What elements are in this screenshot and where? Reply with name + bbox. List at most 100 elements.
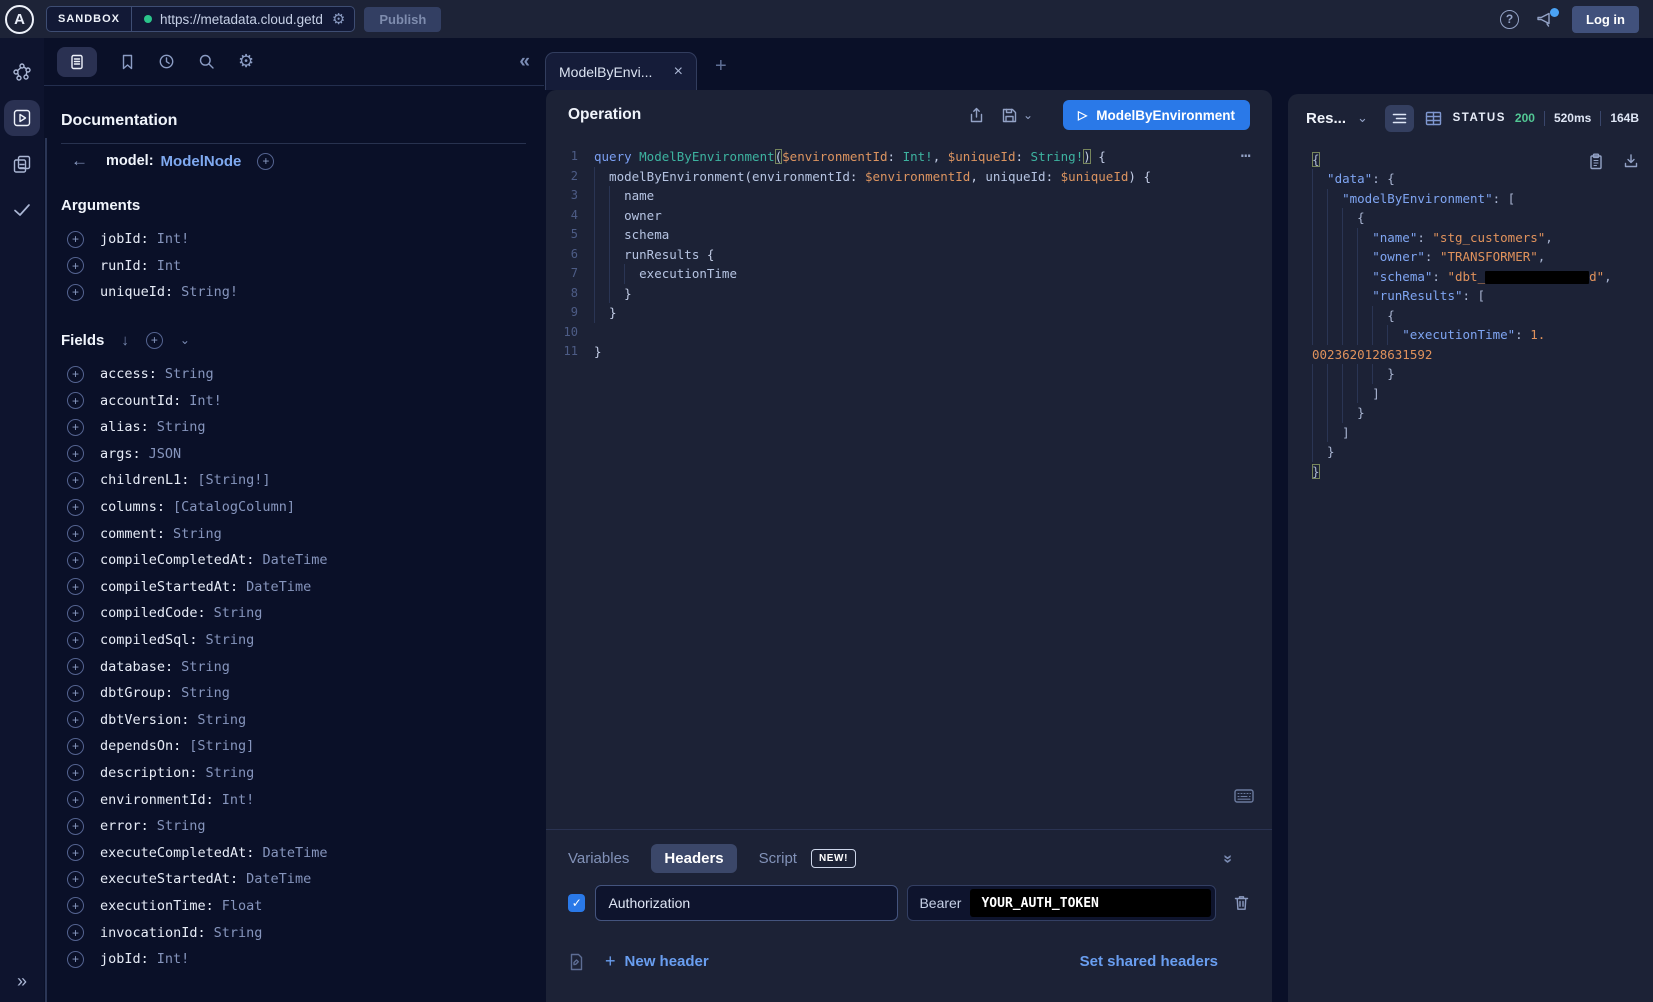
field-row[interactable]: +compiledSql:String bbox=[61, 627, 526, 654]
response-body[interactable]: {"data": {"modelByEnvironment": [{"name"… bbox=[1288, 142, 1653, 1002]
publish-button[interactable]: Publish bbox=[364, 7, 441, 32]
download-response-icon[interactable] bbox=[1623, 153, 1639, 170]
add-to-query-icon[interactable]: + bbox=[67, 231, 84, 248]
add-to-query-icon[interactable]: + bbox=[67, 499, 84, 516]
breadcrumb-type-link[interactable]: ModelNode bbox=[161, 153, 242, 170]
back-arrow-icon[interactable]: ← bbox=[71, 151, 88, 171]
field-type[interactable]: String bbox=[165, 366, 214, 382]
expand-rail-icon[interactable]: » bbox=[17, 971, 27, 992]
add-to-query-icon[interactable]: + bbox=[67, 897, 84, 914]
search-icon[interactable] bbox=[198, 53, 215, 70]
field-row[interactable]: +invocationId:String bbox=[61, 919, 526, 946]
field-row[interactable]: +dependsOn:[String] bbox=[61, 733, 526, 760]
argument-row[interactable]: +runId:Int bbox=[61, 253, 526, 280]
code-line[interactable]: 3name bbox=[546, 186, 1272, 206]
help-icon[interactable]: ? bbox=[1500, 10, 1519, 29]
field-type[interactable]: String bbox=[206, 632, 255, 648]
field-type[interactable]: String bbox=[214, 925, 263, 941]
tab-modelbyenvironment[interactable]: ModelByEnvi... × bbox=[545, 52, 697, 90]
run-operation-button[interactable]: ▷ ModelByEnvironment bbox=[1063, 100, 1250, 130]
history-icon[interactable] bbox=[158, 53, 175, 70]
add-to-query-icon[interactable]: + bbox=[67, 632, 84, 649]
code-line[interactable]: 4owner bbox=[546, 206, 1272, 226]
field-row[interactable]: +args:JSON bbox=[61, 441, 526, 468]
share-operation-icon[interactable] bbox=[968, 107, 985, 124]
sort-fields-icon[interactable]: ↓ bbox=[121, 332, 129, 349]
field-type[interactable]: DateTime bbox=[262, 552, 327, 568]
field-type[interactable]: String bbox=[206, 765, 255, 781]
field-row[interactable]: +accountId:Int! bbox=[61, 387, 526, 414]
add-to-query-icon[interactable]: + bbox=[67, 284, 84, 301]
keyboard-shortcuts-icon[interactable] bbox=[1234, 789, 1254, 803]
code-line[interactable]: 7executionTime bbox=[546, 264, 1272, 284]
table-view-icon[interactable] bbox=[1425, 111, 1442, 126]
add-type-to-query-icon[interactable]: + bbox=[257, 153, 274, 170]
add-to-query-icon[interactable]: + bbox=[67, 738, 84, 755]
auth-token-value[interactable]: YOUR_AUTH_TOKEN bbox=[970, 889, 1211, 917]
field-type[interactable]: Int! bbox=[222, 792, 255, 808]
add-to-query-icon[interactable]: + bbox=[67, 658, 84, 675]
tab-script[interactable]: Script bbox=[759, 850, 797, 867]
response-dropdown-chevron-icon[interactable]: ⌄ bbox=[1357, 110, 1368, 126]
add-to-query-icon[interactable]: + bbox=[67, 366, 84, 383]
field-type[interactable]: DateTime bbox=[246, 579, 311, 595]
field-row[interactable]: +dbtGroup:String bbox=[61, 680, 526, 707]
save-options-chevron-icon[interactable]: ⌄ bbox=[1023, 108, 1033, 122]
field-type[interactable]: String bbox=[181, 685, 230, 701]
add-to-query-icon[interactable]: + bbox=[67, 605, 84, 622]
field-row[interactable]: +executeCompletedAt:DateTime bbox=[61, 839, 526, 866]
field-row[interactable]: +executionTime:Float bbox=[61, 893, 526, 920]
code-line[interactable]: 10 bbox=[546, 323, 1272, 343]
checklist-icon[interactable] bbox=[4, 192, 40, 228]
field-type[interactable]: Int! bbox=[157, 231, 190, 247]
field-type[interactable]: Int! bbox=[157, 951, 190, 967]
field-type[interactable]: String bbox=[197, 712, 246, 728]
header-value-field[interactable]: Bearer YOUR_AUTH_TOKEN bbox=[907, 885, 1216, 921]
announcements-icon[interactable] bbox=[1536, 11, 1555, 28]
explorer-settings-gear-icon[interactable]: ⚙ bbox=[238, 51, 254, 72]
add-to-query-icon[interactable]: + bbox=[67, 844, 84, 861]
add-to-query-icon[interactable]: + bbox=[67, 552, 84, 569]
add-to-query-icon[interactable]: + bbox=[67, 578, 84, 595]
field-row[interactable]: +description:String bbox=[61, 760, 526, 787]
apollo-logo[interactable]: A bbox=[5, 5, 34, 34]
field-row[interactable]: +alias:String bbox=[61, 414, 526, 441]
new-tab-button[interactable]: + bbox=[715, 55, 727, 78]
code-line[interactable]: 9} bbox=[546, 303, 1272, 323]
query-editor[interactable]: ⋯ 1query ModelByEnvironment($environment… bbox=[546, 140, 1272, 829]
schema-graph-icon[interactable] bbox=[4, 54, 40, 90]
add-to-query-icon[interactable]: + bbox=[67, 818, 84, 835]
field-type[interactable]: [String] bbox=[189, 738, 254, 754]
code-line[interactable]: 5schema bbox=[546, 225, 1272, 245]
field-type[interactable]: String! bbox=[181, 284, 238, 300]
add-to-query-icon[interactable]: + bbox=[67, 924, 84, 941]
add-to-query-icon[interactable]: + bbox=[67, 685, 84, 702]
field-type[interactable]: String bbox=[214, 605, 263, 621]
field-row[interactable]: +access:String bbox=[61, 361, 526, 388]
response-title[interactable]: Res... bbox=[1306, 110, 1346, 127]
field-row[interactable]: +environmentId:Int! bbox=[61, 786, 526, 813]
field-row[interactable]: +error:String bbox=[61, 813, 526, 840]
add-to-query-icon[interactable]: + bbox=[67, 419, 84, 436]
field-type[interactable]: String bbox=[181, 659, 230, 675]
pretty-view-icon[interactable] bbox=[1385, 105, 1414, 132]
add-to-query-icon[interactable]: + bbox=[67, 764, 84, 781]
close-tab-icon[interactable]: × bbox=[674, 63, 683, 81]
collapse-request-panel-icon[interactable]: » bbox=[1219, 854, 1237, 863]
docs-scrollbar[interactable] bbox=[45, 138, 47, 1002]
field-type[interactable]: JSON bbox=[149, 446, 182, 462]
delete-header-icon[interactable] bbox=[1233, 894, 1250, 912]
field-type[interactable]: Int bbox=[157, 258, 181, 274]
field-row[interactable]: +columns:[CatalogColumn] bbox=[61, 494, 526, 521]
field-type[interactable]: String bbox=[173, 526, 222, 542]
field-row[interactable]: +comment:String bbox=[61, 520, 526, 547]
field-row[interactable]: +childrenL1:[String!] bbox=[61, 467, 526, 494]
documentation-tab-icon[interactable] bbox=[57, 47, 97, 77]
field-type[interactable]: Int! bbox=[189, 393, 222, 409]
collapse-docs-icon[interactable]: « bbox=[519, 51, 530, 73]
editor-menu-icon[interactable]: ⋯ bbox=[1241, 146, 1252, 166]
field-row[interactable]: +compileStartedAt:DateTime bbox=[61, 574, 526, 601]
field-type[interactable]: DateTime bbox=[246, 871, 311, 887]
add-to-query-icon[interactable]: + bbox=[67, 257, 84, 274]
field-type[interactable]: DateTime bbox=[262, 845, 327, 861]
